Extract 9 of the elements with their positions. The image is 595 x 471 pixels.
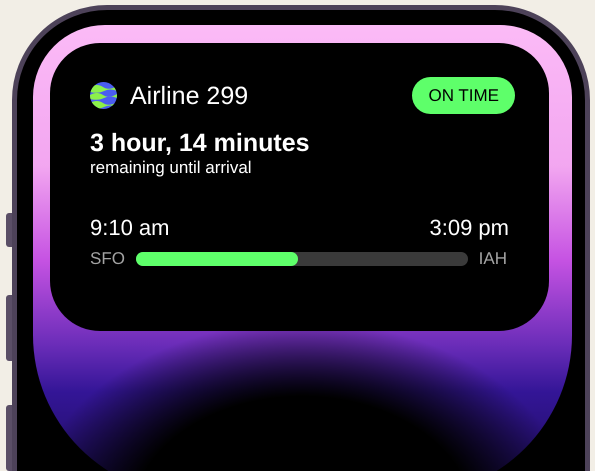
airline-name: Airline 299	[130, 80, 248, 110]
departure-time: 9:10 am	[90, 215, 170, 241]
arrival-time: 3:09 pm	[430, 215, 509, 241]
remaining-time: 3 hour, 14 minutes	[90, 128, 311, 158]
airline-logo-icon	[90, 82, 117, 109]
destination-code: IAH	[478, 249, 507, 269]
status-badge: ON TIME	[412, 77, 515, 114]
remaining-caption: remaining until arrival	[90, 158, 253, 178]
origin-code: SFO	[90, 249, 125, 269]
